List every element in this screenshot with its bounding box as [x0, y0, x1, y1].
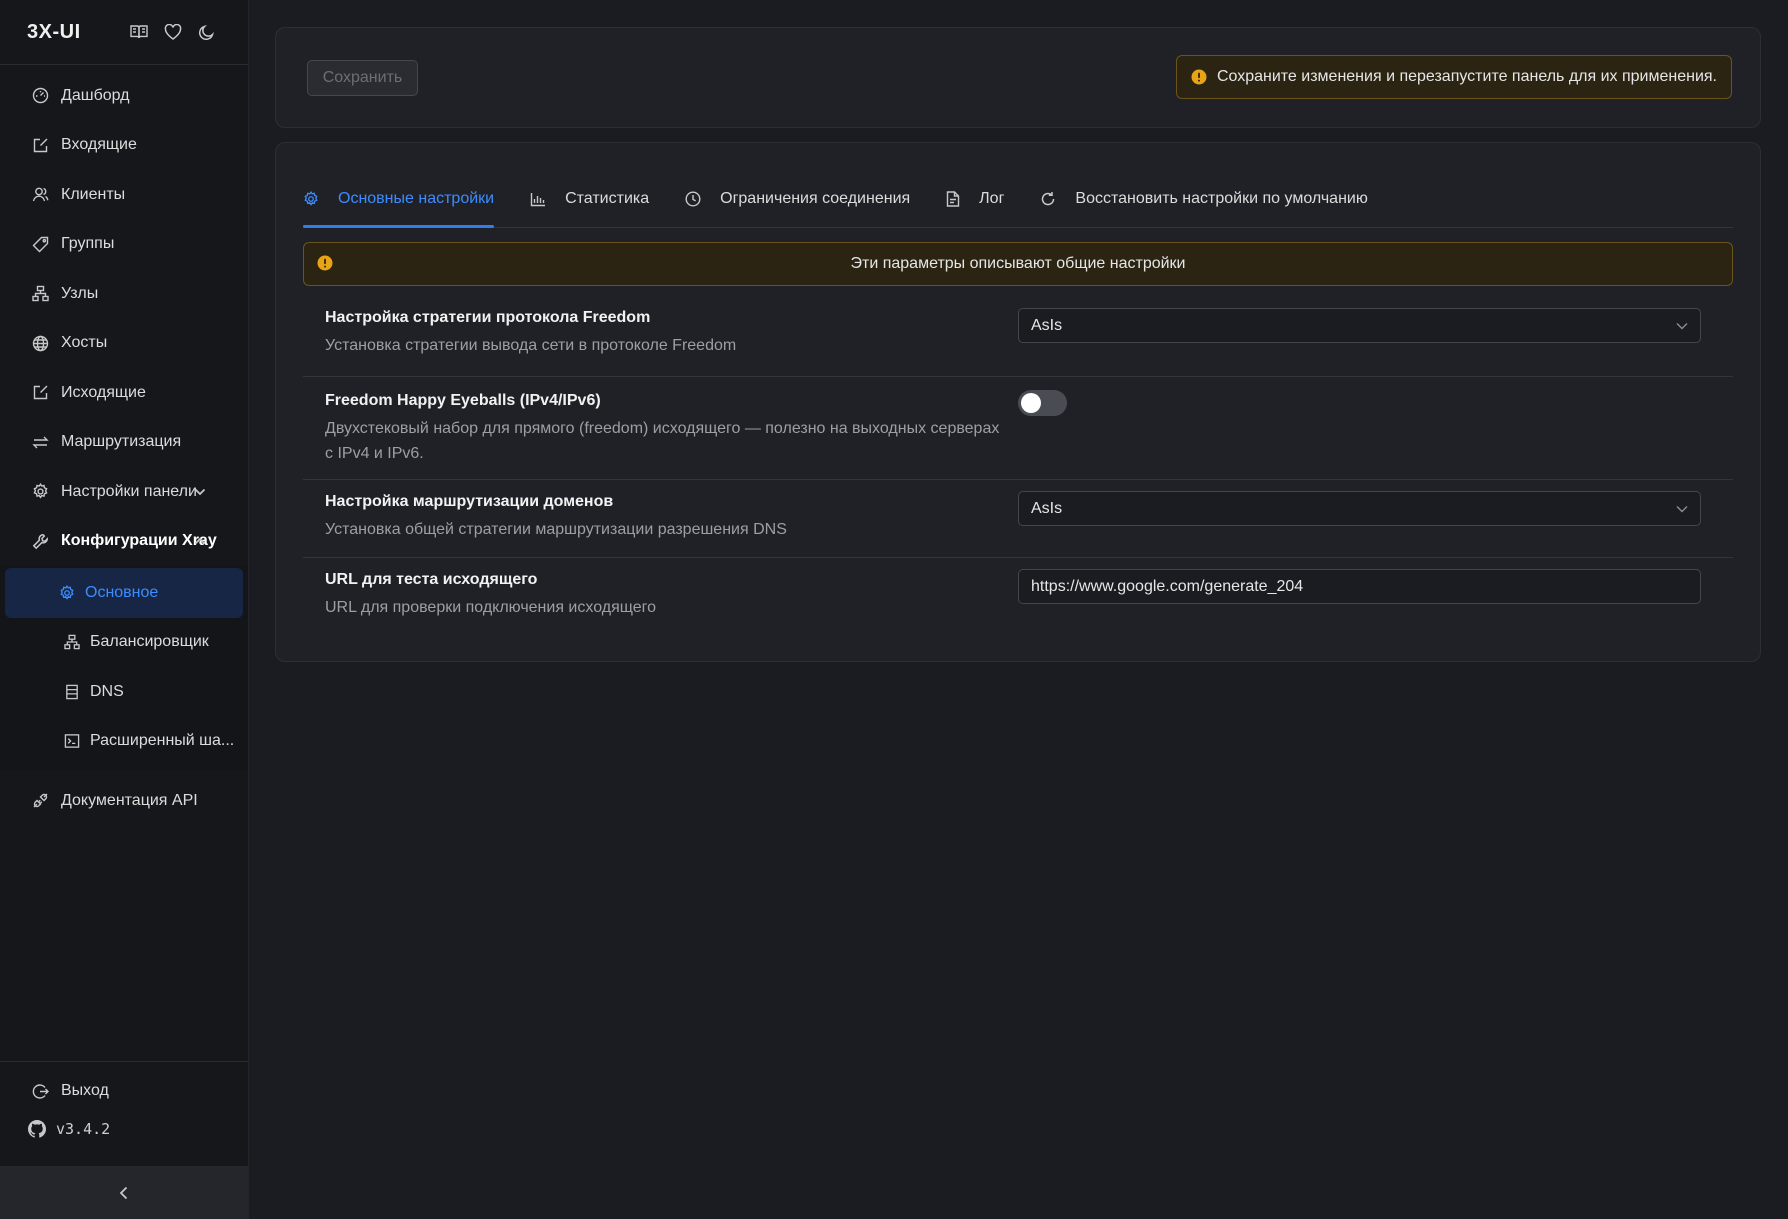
cluster-icon — [63, 634, 81, 650]
general-settings-info: Эти параметры описывают общие настройки — [303, 242, 1733, 286]
github-icon — [27, 1120, 47, 1138]
sidebar-item-outbounds[interactable]: Исходящие — [0, 368, 248, 418]
swap-icon — [31, 434, 49, 451]
domain-routing-select[interactable]: AsIs — [1018, 491, 1701, 526]
freedom-strategy-select[interactable]: AsIs — [1018, 308, 1701, 343]
globe-icon — [31, 335, 49, 352]
wrench-icon — [31, 533, 49, 550]
sidebar-item-inbounds[interactable]: Входящие — [0, 121, 248, 171]
gear-icon — [303, 191, 319, 207]
users-icon — [31, 186, 49, 203]
logout-button[interactable]: Выход — [0, 1062, 248, 1120]
dashboard-icon — [31, 87, 49, 104]
info-banner-text: Эти параметры описывают общие настройки — [850, 255, 1186, 272]
brand-title: 3X-UI — [27, 20, 81, 43]
setting-title: Настройка маршрутизации доменов — [325, 493, 614, 510]
chevron-up-icon — [191, 537, 209, 545]
restart-warning: Сохраните изменения и перезапустите пане… — [1175, 55, 1732, 99]
outbound-test-url-input[interactable] — [1018, 569, 1701, 604]
code-icon — [63, 733, 81, 749]
sidebar-item-xray-configs[interactable]: Конфигурации Xray — [0, 517, 248, 567]
sidebar-item-dashboard[interactable]: Дашборд — [0, 71, 248, 121]
api-icon — [31, 792, 49, 809]
nodes-icon — [31, 285, 49, 302]
tab-connection-limits[interactable]: Ограничения соединения — [685, 171, 910, 227]
setting-row-domain-routing: Настройка маршрутизации доменов Установк… — [303, 480, 1733, 558]
setting-row-freedom-strategy: Настройка стратегии протокола Freedom Ус… — [303, 298, 1733, 377]
sidebar-item-panel-settings[interactable]: Настройки панели — [0, 467, 248, 517]
tab-statistics[interactable]: Статистика — [530, 171, 649, 227]
brand-header: 3X-UI — [0, 0, 248, 65]
sidebar-item-groups[interactable]: Группы — [0, 220, 248, 270]
heart-icon[interactable] — [164, 24, 182, 40]
gear-icon — [58, 584, 76, 601]
setting-row-happy-eyeballs: Freedom Happy Eyeballs (IPv4/IPv6) Двухс… — [303, 377, 1733, 480]
chevron-left-icon — [119, 1186, 129, 1200]
chevron-down-icon — [1676, 322, 1688, 330]
sidebar: 3X-UI Дашборд Входящие Клиенты Группы Уз… — [0, 0, 249, 1219]
logout-icon — [31, 1083, 49, 1100]
sidebar-item-api-docs[interactable]: Документация API — [0, 776, 248, 826]
book-icon[interactable] — [130, 24, 148, 40]
settings-list: Настройка стратегии протокола Freedom Ус… — [303, 298, 1733, 634]
restart-warning-text: Сохраните изменения и перезапустите пане… — [1216, 68, 1717, 85]
warning-icon — [317, 255, 333, 271]
warning-icon — [1191, 69, 1207, 85]
xray-settings-card: Основные настройки Статистика Ограничени… — [275, 142, 1761, 662]
chevron-down-icon — [191, 488, 209, 496]
save-toolbar-card: Сохранить Сохраните изменения и перезапу… — [275, 27, 1761, 128]
gear-icon — [31, 483, 49, 500]
file-icon — [946, 191, 960, 207]
database-icon — [63, 684, 81, 700]
tag-icon — [31, 236, 49, 253]
tab-restore-defaults[interactable]: Восстановить настройки по умолчанию — [1040, 171, 1368, 227]
setting-title: Freedom Happy Eyeballs (IPv4/IPv6) — [325, 392, 601, 409]
bar-chart-icon — [530, 191, 546, 207]
setting-description: Установка общей стратегии маршрутизации … — [325, 521, 787, 538]
save-button[interactable]: Сохранить — [307, 60, 418, 96]
settings-tabs: Основные настройки Статистика Ограничени… — [303, 171, 1733, 228]
submenu-item-dns[interactable]: DNS — [5, 667, 243, 717]
version-link[interactable]: v3.4.2 — [0, 1120, 248, 1166]
edit-box-icon — [31, 137, 49, 154]
toggle-knob — [1021, 393, 1041, 413]
chevron-down-icon — [1676, 505, 1688, 513]
sidebar-item-clients[interactable]: Клиенты — [0, 170, 248, 220]
setting-title: URL для теста исходящего — [325, 571, 538, 588]
happy-eyeballs-toggle[interactable] — [1018, 390, 1067, 416]
sidebar-item-hosts[interactable]: Хосты — [0, 319, 248, 369]
edit-box-icon — [31, 384, 49, 401]
collapse-sidebar-button[interactable] — [0, 1166, 248, 1219]
setting-description: Двухстековый набор для прямого (freedom)… — [325, 420, 1000, 462]
submenu-item-balancer[interactable]: Балансировщик — [5, 618, 243, 668]
moon-icon[interactable] — [198, 24, 215, 41]
tab-general-settings[interactable]: Основные настройки — [303, 171, 495, 228]
submenu-item-general[interactable]: Основное — [5, 568, 243, 618]
reload-icon — [1040, 191, 1056, 207]
submenu-item-advanced-template[interactable]: Расширенный ша... — [5, 717, 243, 767]
setting-description: Установка стратегии вывода сети в проток… — [325, 337, 737, 354]
sidebar-item-routing[interactable]: Маршрутизация — [0, 418, 248, 468]
setting-description: URL для проверки подключения исходящего — [325, 599, 656, 616]
xray-submenu: Основное Балансировщик DNS Расширенный ш… — [0, 566, 248, 770]
sidebar-footer: Выход v3.4.2 — [0, 1061, 248, 1219]
clock-icon — [685, 191, 701, 207]
tab-log[interactable]: Лог — [946, 171, 1004, 227]
setting-row-outbound-test-url: URL для теста исходящего URL для проверк… — [303, 558, 1733, 634]
sidebar-menu: Дашборд Входящие Клиенты Группы Узлы Хос… — [0, 65, 248, 566]
setting-title: Настройка стратегии протокола Freedom — [325, 309, 651, 326]
sidebar-item-nodes[interactable]: Узлы — [0, 269, 248, 319]
